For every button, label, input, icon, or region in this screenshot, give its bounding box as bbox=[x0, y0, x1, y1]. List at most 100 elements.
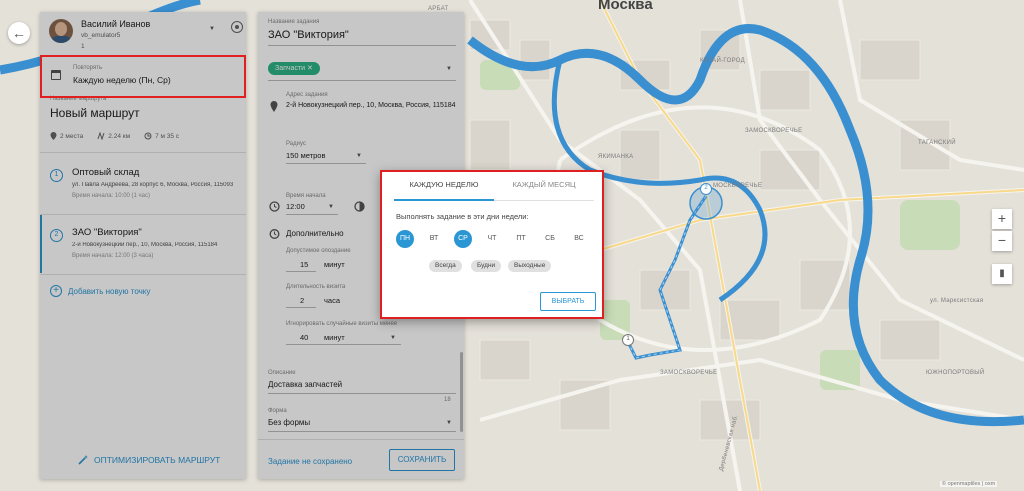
chevron-down-icon[interactable]: ▼ bbox=[209, 26, 215, 32]
form-label: Форма bbox=[268, 408, 287, 414]
map-district-label: ТАГАНСКИЙ bbox=[918, 140, 956, 146]
day-toggle-1[interactable]: ВТ bbox=[425, 230, 443, 248]
stop-start: Время начала: 10:00 (1 час) bbox=[72, 193, 151, 199]
preset-chip[interactable]: Выходные bbox=[508, 260, 552, 272]
description-label: Описание bbox=[268, 370, 296, 376]
map-district-label: ЗАМОСКВОРЕЧЬЕ bbox=[745, 128, 803, 134]
repeat-dialog: КАЖДУЮ НЕДЕЛЮ КАЖДЫЙ МЕСЯЦ Выполнять зад… bbox=[380, 170, 604, 319]
timer-icon bbox=[269, 229, 280, 239]
pin-icon bbox=[270, 101, 278, 112]
avatar bbox=[49, 19, 73, 43]
stop-title: Оптовый склад bbox=[72, 167, 140, 178]
chevron-down-icon[interactable]: ▼ bbox=[356, 153, 362, 159]
map-marker-2[interactable]: 2 bbox=[700, 183, 712, 195]
zoom-in-button[interactable]: + bbox=[992, 209, 1012, 229]
add-point-button[interactable]: + Добавить новую точку bbox=[50, 285, 150, 297]
day-toggle-3[interactable]: ЧТ bbox=[483, 230, 501, 248]
map-street-label: ул. Марксистская bbox=[930, 298, 984, 304]
chevron-down-icon[interactable]: ▼ bbox=[446, 420, 452, 426]
route-name-input[interactable]: Новый маршрут bbox=[50, 106, 140, 120]
stop-address: 2-й Новокузнецкий пер., 10, Москва, Росс… bbox=[72, 242, 218, 248]
delay-input[interactable]: 15 bbox=[300, 260, 308, 269]
user-name: Василий Иванов bbox=[81, 19, 151, 29]
preset-chip[interactable]: Будни bbox=[471, 260, 502, 272]
ignore-input[interactable]: 40 bbox=[300, 333, 308, 342]
route-stop[interactable]: 1 Оптовый склад ул. Павла Андреева, 28 к… bbox=[40, 155, 246, 213]
select-button[interactable]: ВЫБРАТЬ bbox=[540, 292, 596, 311]
user-count: 1 bbox=[81, 43, 85, 50]
save-status: Задание не сохранено bbox=[268, 457, 353, 466]
pin-icon bbox=[50, 132, 57, 140]
radius-label: Радиус bbox=[286, 141, 306, 147]
user-login: vb_emulator5 bbox=[81, 32, 121, 39]
stop-start: Время начала: 12:00 (3 часа) bbox=[72, 253, 154, 259]
zoom-out-button[interactable]: − bbox=[992, 231, 1012, 251]
magic-wand-icon bbox=[78, 455, 88, 465]
map-district-label: ЮЖНОПОРТОВЫЙ bbox=[926, 370, 985, 376]
delay-unit: минут bbox=[324, 260, 345, 269]
timer-icon bbox=[144, 132, 152, 140]
map-layers-button[interactable]: ▮ bbox=[992, 264, 1012, 284]
map-district-label: КИТАЙ-ГОРОД bbox=[700, 58, 745, 64]
chevron-down-icon[interactable]: ▼ bbox=[328, 204, 334, 210]
duration-label: Длительность визита bbox=[286, 284, 346, 290]
map-district-label: ЯКИМАНКА bbox=[598, 154, 634, 160]
distance-stat: 2.24 км bbox=[97, 132, 130, 140]
locate-icon[interactable] bbox=[231, 21, 243, 33]
day-toggle-6[interactable]: ВС bbox=[570, 230, 588, 248]
duration-input[interactable]: 2 bbox=[300, 296, 304, 305]
clock-icon bbox=[269, 201, 280, 212]
stop-number: 1 bbox=[50, 169, 63, 182]
map-icon: ▮ bbox=[999, 268, 1005, 279]
start-label: Время начала bbox=[286, 193, 326, 199]
close-icon[interactable]: ✕ bbox=[307, 65, 313, 72]
day-toggle-2[interactable]: СР bbox=[454, 230, 472, 248]
timer-icon bbox=[354, 201, 365, 212]
back-button[interactable]: ← bbox=[8, 22, 30, 44]
duration-unit: часа bbox=[324, 296, 340, 305]
task-name-input[interactable]: ЗАО "Виктория" bbox=[268, 29, 349, 41]
stop-address: ул. Павла Андреева, 28 корпус 6, Москва,… bbox=[72, 182, 234, 188]
day-toggle-4[interactable]: ПТ bbox=[512, 230, 530, 248]
optimize-route-button[interactable]: ОПТИМИЗИРОВАТЬ МАРШРУТ bbox=[78, 455, 220, 465]
start-select[interactable]: 12:00 bbox=[286, 202, 305, 211]
user-selector[interactable]: Василий Иванов vb_emulator5 1 ▼ bbox=[49, 19, 243, 59]
tab-monthly[interactable]: КАЖДЫЙ МЕСЯЦ bbox=[494, 180, 594, 189]
route-stats: 2 места 2.24 км 7 м 35 с bbox=[50, 132, 179, 140]
day-toggle-5[interactable]: СБ bbox=[541, 230, 559, 248]
days-prompt: Выполнять задание в эти дни недели: bbox=[396, 212, 529, 221]
save-button[interactable]: СОХРАНИТЬ bbox=[389, 449, 455, 471]
tag-chip[interactable]: Запчасти ✕ bbox=[268, 62, 320, 75]
active-tab-indicator bbox=[394, 199, 494, 201]
scrollbar[interactable] bbox=[460, 352, 463, 432]
route-stop[interactable]: 2 ЗАО "Виктория" 2-й Новокузнецкий пер.,… bbox=[40, 215, 246, 273]
route-icon bbox=[97, 132, 105, 140]
ignore-unit: минут bbox=[324, 333, 345, 342]
extra-heading: Дополнительно bbox=[286, 229, 344, 238]
map-credits: © openmaptiles | osm bbox=[940, 481, 998, 487]
places-stat: 2 места bbox=[50, 132, 83, 140]
chevron-down-icon[interactable]: ▼ bbox=[446, 66, 452, 72]
radius-select[interactable]: 150 метров bbox=[286, 151, 325, 160]
stop-title: ЗАО "Виктория" bbox=[72, 227, 142, 238]
plus-icon: + bbox=[50, 285, 62, 297]
description-counter: 18 bbox=[444, 397, 451, 403]
map-city-label: Москва bbox=[598, 0, 653, 13]
map-district-label: ЗАМОСКВОРЕЧЬЕ bbox=[660, 370, 718, 376]
chevron-down-icon[interactable]: ▼ bbox=[390, 335, 396, 341]
arrow-left-icon: ← bbox=[12, 25, 26, 41]
description-input[interactable]: Доставка запчастей bbox=[268, 380, 342, 389]
stop-number: 2 bbox=[50, 229, 63, 242]
delay-label: Допустимое опоздание bbox=[286, 248, 351, 254]
form-select[interactable]: Без формы bbox=[268, 418, 310, 427]
preset-chip[interactable]: Всегда bbox=[429, 260, 462, 272]
ignore-label: Игнорировать случайные визиты менее bbox=[286, 321, 398, 327]
address-label: Адрес задания bbox=[286, 92, 328, 98]
map-marker-1[interactable]: 1 bbox=[622, 334, 634, 346]
address-input[interactable]: 2-й Новокузнецкий пер., 10, Москва, Росс… bbox=[286, 101, 458, 111]
map-district-label: МОСКВОРЕЧЬЕ bbox=[713, 183, 763, 189]
duration-stat: 7 м 35 с bbox=[144, 132, 179, 140]
day-toggle-0[interactable]: ПН bbox=[396, 230, 414, 248]
tab-weekly[interactable]: КАЖДУЮ НЕДЕЛЮ bbox=[394, 180, 494, 189]
task-name-label: Название задания bbox=[268, 19, 320, 25]
